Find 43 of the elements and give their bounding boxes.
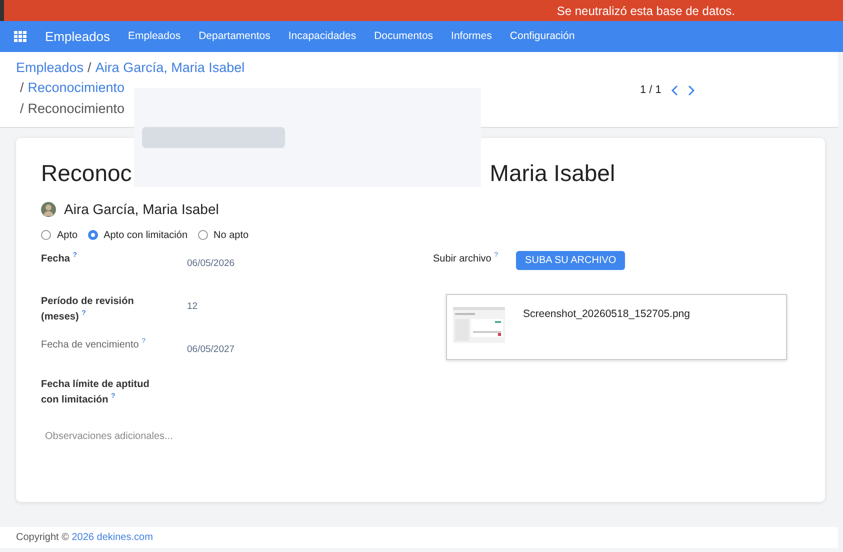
- menu-item[interactable]: Documentos: [374, 28, 434, 44]
- field-value[interactable]: 06/05/2026: [187, 250, 235, 294]
- radio-button[interactable]: [198, 230, 208, 240]
- avatar-icon: [41, 202, 56, 216]
- form-title: Reconoc: [41, 159, 132, 188]
- menu-item[interactable]: Informes: [451, 28, 492, 44]
- footer-link[interactable]: 2026 dekines.com: [72, 532, 153, 543]
- employee-name[interactable]: Aira García, Maria Isabel: [64, 198, 219, 220]
- breadcrumb-link[interactable]: Empleados: [16, 58, 84, 78]
- menu-item[interactable]: Configuración: [510, 28, 575, 44]
- menu-item[interactable]: Empleados: [128, 28, 181, 44]
- field-label: Fecha $^{?}$: [41, 250, 78, 266]
- pager-value: 1 / 1: [640, 83, 662, 98]
- field-value[interactable]: 12: [187, 294, 198, 336]
- previous-icon[interactable]: [671, 84, 678, 96]
- next-icon[interactable]: [688, 84, 696, 96]
- field-label: Fecha límite de aptitud con limitación $^{?}$: [41, 378, 150, 407]
- notes-field[interactable]: Observaciones adicionales...: [41, 424, 433, 448]
- app-title[interactable]: Empleados: [45, 26, 110, 46]
- attachment-card[interactable]: Screenshot_20260518_152705.png: [446, 294, 787, 360]
- breadcrumb-separator: /: [20, 79, 24, 98]
- field-label: Subir archivo $^{?}$: [433, 250, 498, 266]
- field-label: Fecha de vencimiento $^{?}$: [41, 336, 147, 352]
- radio-button[interactable]: [41, 230, 51, 240]
- field-value[interactable]: 06/05/2027: [187, 336, 235, 376]
- breadcrumb-separator: /: [20, 100, 24, 118]
- breadcrumb-current: Reconocimiento: [28, 100, 125, 118]
- breadcrumb-link[interactable]: Aira García, Maria Isabel: [95, 58, 245, 78]
- form-title: Maria Isabel: [490, 159, 616, 188]
- breadcrumb-separator: /: [88, 59, 92, 77]
- radio-label[interactable]: Apto con limitación: [104, 228, 188, 242]
- menu-item[interactable]: Incapacidades: [288, 28, 356, 44]
- radio-label[interactable]: No apto: [214, 228, 249, 242]
- banner-message: Se neutralizó esta base de datos.: [0, 0, 843, 21]
- upload-button[interactable]: SUBA SU ARCHIVO: [516, 250, 626, 270]
- apps-menu-icon[interactable]: [14, 31, 27, 42]
- radio-label[interactable]: Apto: [57, 228, 78, 242]
- breadcrumb-link[interactable]: Reconocimiento: [28, 78, 125, 98]
- menu-item[interactable]: Departamentos: [198, 28, 270, 44]
- copyright-text: Copyright ©: [16, 532, 69, 543]
- file-name: Screenshot_20260518_152705.png: [523, 306, 690, 322]
- field-label: Período de revisión (meses) $^{?}$: [41, 294, 135, 324]
- radio-button[interactable]: [88, 230, 98, 240]
